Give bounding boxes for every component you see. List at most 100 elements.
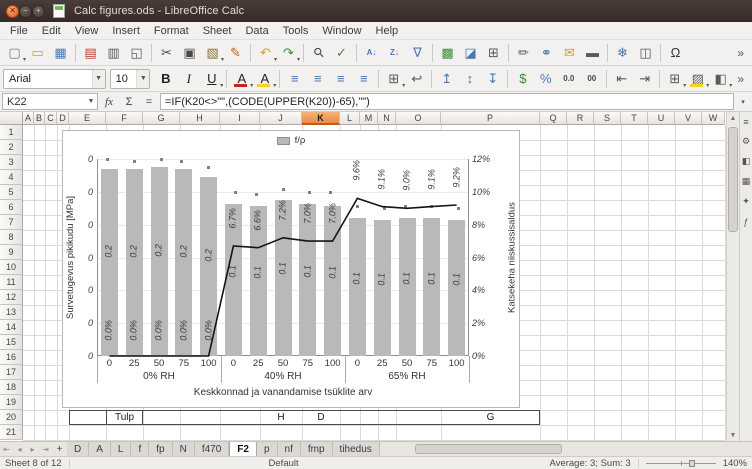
properties-icon[interactable]: ⚙ [740, 135, 752, 148]
align-center-button[interactable]: ≡ [306, 68, 329, 90]
column-header-H[interactable]: H [180, 112, 220, 125]
menu-tools[interactable]: Tools [276, 24, 316, 38]
row-header-12[interactable]: 12 [0, 290, 23, 305]
print-preview-button[interactable]: ◱ [125, 42, 148, 64]
italic-button[interactable]: I [177, 68, 200, 90]
sheet-tab-tihedus[interactable]: tihedus [333, 442, 380, 456]
freeze-rows-columns-button[interactable]: ❄ [611, 42, 634, 64]
spreadsheet-grid[interactable]: f/ρ Survetugevus pikikudu [MPa] Katsekeh… [0, 112, 752, 441]
undo-button[interactable]: ↶▾ [254, 42, 277, 64]
column-header-K[interactable]: K [302, 112, 340, 125]
row-header-13[interactable]: 13 [0, 305, 23, 320]
align-right-button[interactable]: ≡ [329, 68, 352, 90]
row-header-16[interactable]: 16 [0, 350, 23, 365]
row-header-7[interactable]: 7 [0, 215, 23, 230]
chevron-down-icon[interactable]: ▼ [92, 70, 105, 88]
toolbar-overflow-button[interactable]: » [732, 72, 749, 86]
column-header-L[interactable]: L [340, 112, 360, 125]
export-pdf-button[interactable]: ▤ [79, 42, 102, 64]
row-header-11[interactable]: 11 [0, 275, 23, 290]
row-header-2[interactable]: 2 [0, 140, 23, 155]
insert-hyperlink-button[interactable]: ⚭ [535, 42, 558, 64]
spelling-button[interactable]: ✓ [330, 42, 353, 64]
menu-edit[interactable]: Edit [35, 24, 68, 38]
add-decimal-place-button[interactable]: 00 [580, 68, 603, 90]
column-header-B[interactable]: B [34, 112, 45, 125]
center-vertically-button[interactable]: ↕ [458, 68, 481, 90]
wrap-text-button[interactable]: ↩ [405, 68, 428, 90]
maximize-button[interactable]: + [32, 5, 45, 18]
paste-button[interactable]: ▧▾ [201, 42, 224, 64]
cell-J20[interactable]: H [260, 410, 302, 425]
column-header-M[interactable]: M [360, 112, 378, 125]
align-left-button[interactable]: ≡ [283, 68, 306, 90]
sheet-tab-a[interactable]: A [89, 442, 111, 456]
column-header-C[interactable]: C [45, 112, 57, 125]
menu-view[interactable]: View [68, 24, 106, 38]
autofilter-button[interactable]: ∇ [406, 42, 429, 64]
row-header-6[interactable]: 6 [0, 200, 23, 215]
column-header-S[interactable]: S [594, 112, 621, 125]
cell-K20[interactable]: D [302, 410, 340, 425]
print-button[interactable]: ▥ [102, 42, 125, 64]
special-character-button[interactable]: Ω [664, 42, 687, 64]
sheet-position[interactable]: Sheet 8 of 12 [5, 458, 62, 469]
close-button[interactable]: ✕ [6, 5, 19, 18]
row-header-14[interactable]: 14 [0, 320, 23, 335]
row-header-17[interactable]: 17 [0, 365, 23, 380]
insert-comment-button[interactable]: ✉ [558, 42, 581, 64]
column-header-Q[interactable]: Q [540, 112, 567, 125]
column-header-D[interactable]: D [57, 112, 69, 125]
clone-formatting-button[interactable]: ✎ [224, 42, 247, 64]
format-as-percent-button[interactable]: % [534, 68, 557, 90]
headers-and-footers-button[interactable]: ▬ [581, 42, 604, 64]
row-header-18[interactable]: 18 [0, 380, 23, 395]
borders-button[interactable]: ⊞▾ [663, 68, 686, 90]
cell-F20[interactable]: Tulp [106, 410, 143, 425]
underline-button[interactable]: U▾ [200, 68, 223, 90]
redo-button[interactable]: ↷▾ [277, 42, 300, 64]
horizontal-scrollbar-thumb[interactable] [415, 444, 561, 454]
sidebar-settings-icon[interactable]: ≡ [740, 115, 752, 128]
name-box[interactable]: K22 ▼ [2, 93, 98, 110]
functions-icon[interactable]: ƒ [740, 215, 752, 228]
sheet-tab-f470[interactable]: f470 [195, 442, 229, 456]
column-header-P[interactable]: P [441, 112, 540, 125]
column-header-T[interactable]: T [621, 112, 648, 125]
sheet-tab-n[interactable]: N [173, 442, 195, 456]
chevron-down-icon[interactable]: ▾ [273, 82, 276, 89]
sheet-tab-f2[interactable]: F2 [229, 442, 257, 456]
zoom-level[interactable]: 140% [723, 458, 747, 469]
menu-file[interactable]: File [3, 24, 35, 38]
sheet-tab-p[interactable]: p [257, 442, 278, 456]
menu-data[interactable]: Data [238, 24, 275, 38]
page-style[interactable]: Default [269, 458, 299, 469]
row-header-9[interactable]: 9 [0, 245, 23, 260]
minimize-button[interactable]: − [19, 5, 32, 18]
row-header-20[interactable]: 20 [0, 410, 23, 425]
next-sheet-button[interactable]: ▸ [26, 442, 39, 456]
sort-ascending-button[interactable]: A↓ [360, 42, 383, 64]
sheet-tab-f[interactable]: f [131, 442, 149, 456]
find-and-replace-button[interactable]: ⚲ [307, 42, 330, 64]
row-header-5[interactable]: 5 [0, 185, 23, 200]
horizontal-scrollbar[interactable] [386, 442, 752, 456]
last-sheet-button[interactable]: ⇥ [39, 442, 52, 456]
show-draw-functions-button[interactable]: ✏ [512, 42, 535, 64]
font-name-combo[interactable]: Arial ▼ [3, 69, 106, 89]
background-color-button[interactable]: ▨▾ [686, 68, 709, 90]
row-header-15[interactable]: 15 [0, 335, 23, 350]
chevron-down-icon[interactable]: ▾ [220, 82, 223, 89]
row-header-4[interactable]: 4 [0, 170, 23, 185]
chevron-down-icon[interactable]: ▾ [729, 82, 732, 89]
sheet-tab-l[interactable]: L [111, 442, 132, 456]
chevron-down-icon[interactable]: ▼ [85, 98, 97, 105]
toolbar-overflow-button[interactable]: » [732, 46, 749, 60]
font-color-button[interactable]: A▾ [230, 68, 253, 90]
align-top-button[interactable]: ↥ [435, 68, 458, 90]
chevron-down-icon[interactable]: ▼ [136, 70, 149, 88]
column-header-F[interactable]: F [106, 112, 143, 125]
split-window-button[interactable]: ◫ [634, 42, 657, 64]
increase-indent-button[interactable]: ⇥ [633, 68, 656, 90]
column-header-W[interactable]: W [702, 112, 725, 125]
